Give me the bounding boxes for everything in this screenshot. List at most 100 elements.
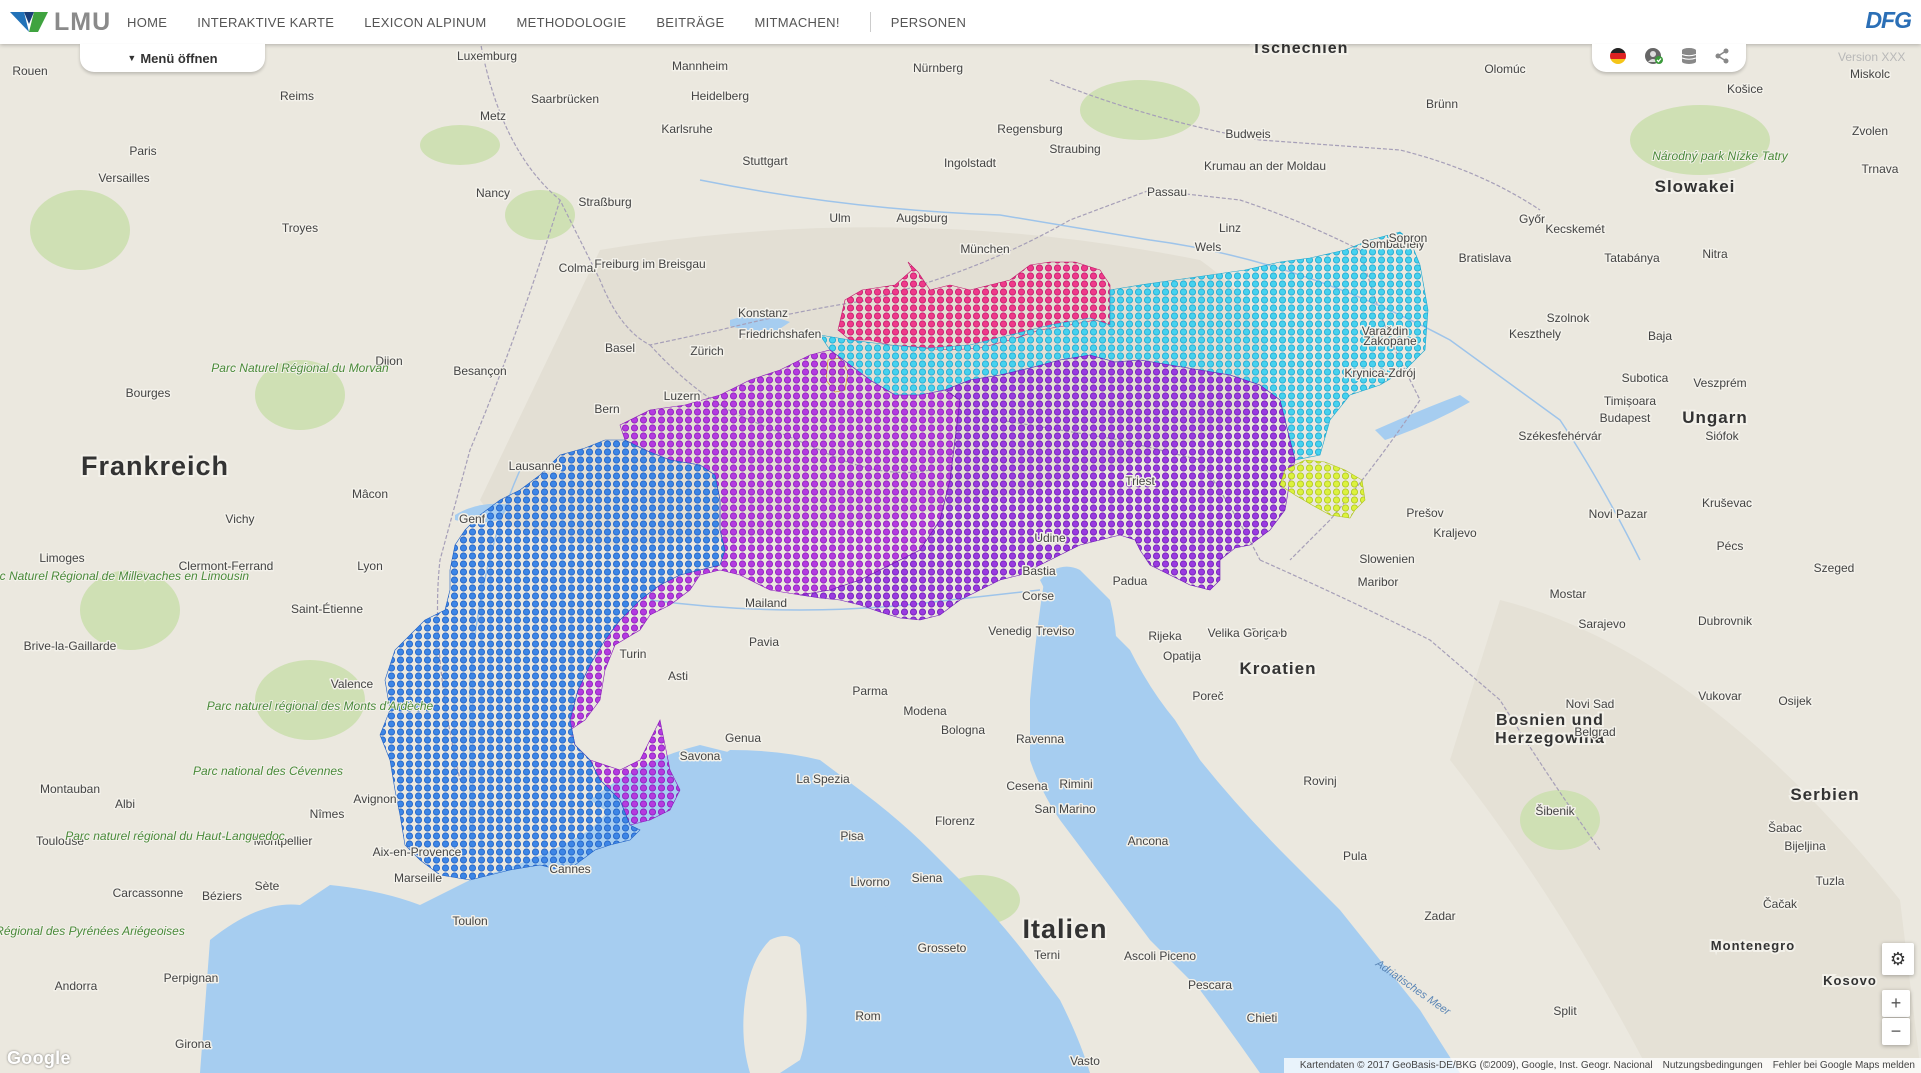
city-label: Padua bbox=[1113, 574, 1148, 588]
city-label: Poreč bbox=[1192, 689, 1223, 703]
country-label: Montenegro bbox=[1711, 938, 1795, 953]
city-label: Friedrichshafen bbox=[739, 327, 822, 341]
city-label: Tuzla bbox=[1816, 874, 1845, 888]
city-label: Varaždin bbox=[1362, 324, 1408, 338]
city-label: Pavia bbox=[749, 635, 779, 649]
city-label: Zadar bbox=[1424, 909, 1455, 923]
city-label: Vasto bbox=[1070, 1054, 1100, 1068]
city-label: Mailand bbox=[745, 596, 787, 610]
city-label: Rijeka bbox=[1148, 629, 1182, 643]
city-label: Savona bbox=[680, 749, 721, 763]
google-logo[interactable]: Google bbox=[7, 1048, 71, 1069]
city-label: Kruševac bbox=[1702, 496, 1752, 510]
nav-item-interactive-map[interactable]: INTERAKTIVE KARTE bbox=[197, 15, 334, 30]
city-label: Mostar bbox=[1550, 587, 1587, 601]
city-label: Regensburg bbox=[997, 122, 1062, 136]
city-label: Krynica-Zdrój bbox=[1344, 366, 1415, 380]
city-label: Rovinj bbox=[1303, 774, 1336, 788]
city-label: Venedig bbox=[988, 624, 1031, 638]
city-label: Zürich bbox=[690, 344, 723, 358]
city-label: Rom bbox=[855, 1009, 880, 1023]
city-label: Brive-la-Gaillarde bbox=[24, 639, 117, 653]
nav-item-contributions[interactable]: BEITRÄGE bbox=[656, 15, 724, 30]
city-label: Modena bbox=[903, 704, 947, 718]
city-label: Šibenik bbox=[1535, 803, 1575, 818]
nav-item-participate[interactable]: MITMACHEN! bbox=[754, 15, 839, 30]
city-label: Corse bbox=[1022, 589, 1054, 603]
city-label: Ingolstadt bbox=[944, 156, 997, 170]
city-label: Bijeljina bbox=[1784, 839, 1826, 853]
nav-item-home[interactable]: HOME bbox=[127, 15, 167, 30]
park-label: Parc Naturel Régional de Millevaches en … bbox=[0, 569, 249, 583]
city-label: Pécs bbox=[1717, 539, 1744, 553]
lmu-logo[interactable]: LMU bbox=[10, 8, 111, 36]
report-error-link[interactable]: Fehler bei Google Maps melden bbox=[1773, 1060, 1915, 1071]
city-label: Nîmes bbox=[310, 807, 345, 821]
dfg-logo[interactable]: DFG bbox=[1865, 7, 1912, 34]
city-label: Udine bbox=[1034, 531, 1066, 545]
city-label: Novi Sad bbox=[1566, 697, 1615, 711]
database-icon[interactable] bbox=[1681, 47, 1697, 70]
nav-item-lexicon-alpinum[interactable]: LEXICON ALPINUM bbox=[364, 15, 486, 30]
nav-item-persons[interactable]: PERSONEN bbox=[891, 15, 966, 30]
terms-link[interactable]: Nutzungsbedingungen bbox=[1663, 1060, 1763, 1071]
city-label: Saint-Étienne bbox=[291, 601, 363, 616]
city-label: Augsburg bbox=[896, 211, 947, 225]
minus-icon: − bbox=[1890, 1021, 1902, 1041]
country-label: Ungarn bbox=[1682, 408, 1748, 427]
city-label: Cannes bbox=[549, 862, 590, 876]
city-label: Cesena bbox=[1006, 779, 1048, 793]
zoom-out-button[interactable]: − bbox=[1882, 1018, 1910, 1045]
city-label: Genua bbox=[725, 731, 761, 745]
park-label: Parc national des Cévennes bbox=[193, 764, 343, 778]
map-canvas[interactable]: Frankreich Italien Tschechien Slowakei U… bbox=[0, 0, 1921, 1073]
city-label: Chieti bbox=[1247, 1011, 1278, 1025]
city-label: Albi bbox=[115, 797, 135, 811]
city-label: Sète bbox=[255, 879, 280, 893]
city-label: Freiburg im Breisgau bbox=[594, 257, 705, 271]
city-label: Grosseto bbox=[918, 941, 967, 955]
city-label: Versailles bbox=[98, 171, 149, 185]
city-label: Tatabánya bbox=[1604, 251, 1660, 265]
city-label: Konstanz bbox=[738, 306, 788, 320]
city-label: Opatija bbox=[1163, 649, 1201, 663]
city-label: Mannheim bbox=[672, 59, 728, 73]
city-label: Passau bbox=[1147, 185, 1187, 199]
german-flag-icon[interactable] bbox=[1609, 47, 1627, 70]
map-settings-button[interactable]: ⚙ bbox=[1882, 943, 1914, 975]
country-label: Kosovo bbox=[1823, 973, 1877, 988]
park-label: Parc naturel régional du Haut-Languedoc bbox=[65, 829, 284, 843]
zoom-in-button[interactable]: + bbox=[1882, 990, 1910, 1017]
open-menu-label: Menü öffnen bbox=[140, 50, 218, 66]
city-label: Nancy bbox=[476, 186, 510, 200]
city-label: Čačak bbox=[1763, 896, 1798, 911]
city-label: Vukovar bbox=[1698, 689, 1742, 703]
city-label: Besançon bbox=[453, 364, 506, 378]
user-account-icon[interactable] bbox=[1644, 47, 1664, 70]
nav-item-methodology[interactable]: METHODOLOGIE bbox=[517, 15, 627, 30]
city-label: Saarbrücken bbox=[531, 92, 599, 106]
city-label: Terni bbox=[1034, 948, 1060, 962]
city-label: Metz bbox=[480, 109, 506, 123]
city-label: Prešov bbox=[1406, 506, 1443, 520]
city-label: Reims bbox=[280, 89, 314, 103]
park-label: Parc naturel régional des Monts d'Ardèch… bbox=[207, 699, 434, 713]
city-label: Székesfehérvár bbox=[1518, 429, 1601, 443]
city-label: Sarajevo bbox=[1578, 617, 1626, 631]
nav-separator bbox=[869, 12, 871, 32]
open-menu-button[interactable]: ▼ Menü öffnen bbox=[80, 44, 265, 72]
city-label: Pula bbox=[1343, 849, 1367, 863]
city-label: La Spezia bbox=[796, 772, 850, 786]
city-label: Bologna bbox=[941, 723, 985, 737]
city-label: Béziers bbox=[202, 889, 242, 903]
city-label: Pisa bbox=[840, 829, 864, 843]
city-label: Colmar bbox=[559, 261, 598, 275]
city-label: Veszprém bbox=[1693, 376, 1746, 390]
country-label: Kroatien bbox=[1240, 659, 1317, 678]
share-icon[interactable] bbox=[1714, 48, 1730, 69]
city-label: Krumau an der Moldau bbox=[1204, 159, 1326, 173]
city-label: Nürnberg bbox=[913, 61, 963, 75]
city-label: München bbox=[960, 242, 1009, 256]
city-label: Timișoara bbox=[1604, 394, 1657, 408]
lmu-logo-text: LMU bbox=[54, 7, 112, 36]
